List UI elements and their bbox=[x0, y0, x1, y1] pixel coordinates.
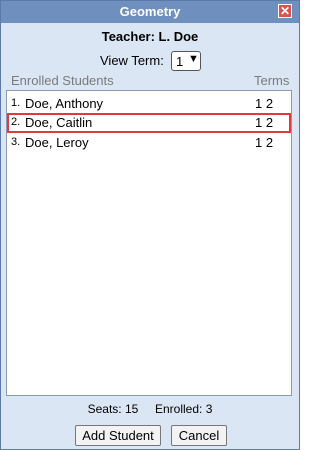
view-term-label: View Term: bbox=[100, 53, 164, 68]
student-name: Doe, Anthony bbox=[25, 96, 104, 111]
row-number: 1. bbox=[11, 97, 21, 109]
close-icon: ✕ bbox=[279, 4, 291, 18]
row-number: 3. bbox=[11, 136, 21, 148]
row-number: 2. bbox=[11, 116, 21, 128]
chevron-down-icon: ▼ bbox=[188, 53, 199, 65]
list-item[interactable]: 1. Doe, Anthony 1 2 bbox=[7, 94, 291, 114]
student-list[interactable]: 1. Doe, Anthony 1 2 2. Doe, Caitlin 1 2 … bbox=[6, 90, 292, 396]
list-item[interactable]: 3. Doe, Leroy 1 2 bbox=[7, 133, 291, 153]
title-bar: Geometry ✕ bbox=[1, 1, 299, 23]
enrolled-students-header: Enrolled Students bbox=[11, 73, 114, 88]
add-student-button[interactable]: Add Student bbox=[75, 425, 161, 446]
list-item[interactable]: 2. Doe, Caitlin 1 2 bbox=[7, 113, 291, 133]
view-term-value: 1 bbox=[176, 54, 184, 69]
teacher-label: Teacher: L. Doe bbox=[101, 29, 199, 44]
student-name: Doe, Leroy bbox=[25, 135, 89, 150]
student-terms: 1 2 bbox=[255, 115, 274, 130]
enrolled-count: Enrolled: 3 bbox=[155, 402, 213, 416]
student-terms: 1 2 bbox=[255, 96, 274, 111]
dialog-title: Geometry bbox=[119, 4, 181, 19]
close-button[interactable]: ✕ bbox=[278, 4, 292, 18]
view-term-select[interactable]: 1 ▼ bbox=[171, 51, 201, 71]
seats-count: Seats: 15 bbox=[87, 402, 139, 416]
student-name: Doe, Caitlin bbox=[25, 115, 93, 130]
dialog-window: Geometry ✕ Teacher: L. Doe View Term: 1 … bbox=[0, 0, 300, 450]
enrollment-summary: Seats: 15 Enrolled: 3 bbox=[1, 402, 299, 416]
cancel-button[interactable]: Cancel bbox=[171, 425, 227, 446]
student-terms: 1 2 bbox=[255, 135, 274, 150]
terms-header: Terms bbox=[254, 73, 290, 88]
